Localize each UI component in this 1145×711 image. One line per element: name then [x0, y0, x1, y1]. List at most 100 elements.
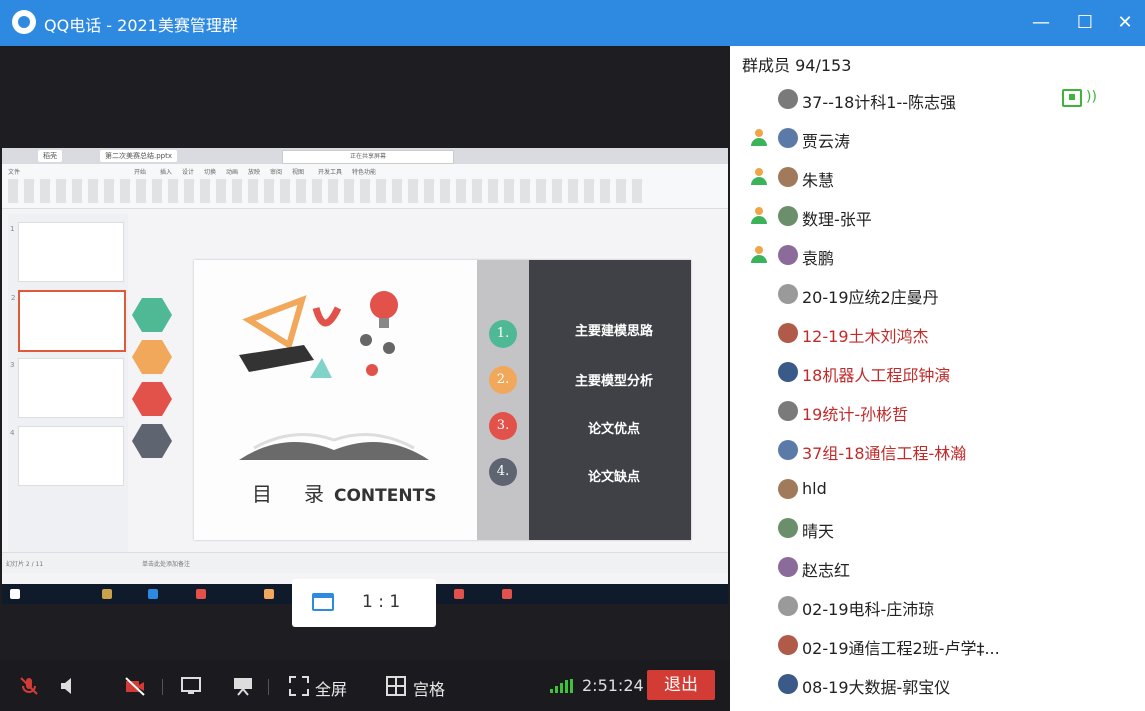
member-row[interactable]: 20-19应统2庄曼丹 [730, 275, 1145, 314]
minimize-button[interactable]: — [1028, 10, 1054, 36]
fullscreen-label[interactable]: 全屏 [315, 676, 347, 700]
member-row[interactable]: 朱慧 [730, 158, 1145, 197]
avatar [778, 206, 798, 226]
wps-status-bar: 幻灯片 2 / 11 单击此处添加备注 [2, 552, 728, 573]
explorer-icon [102, 589, 112, 599]
member-row[interactable]: hld [730, 470, 1145, 509]
window-ratio-icon [312, 593, 334, 611]
member-name: 数理-张平 [802, 210, 872, 229]
member-row[interactable]: 08-19大数据-郭宝仪 [730, 665, 1145, 704]
grid-icon[interactable] [385, 675, 407, 697]
ratio-label: 1 : 1 [362, 592, 401, 612]
member-row[interactable]: 晴天 [730, 509, 1145, 548]
app-icon [264, 589, 274, 599]
member-name: 18机器人工程邱钟演 [802, 366, 951, 385]
menu-item: 放映 [248, 169, 261, 176]
number-circle-4: 4. [489, 458, 517, 486]
contents-item-4: 论文缺点 [587, 470, 640, 485]
avatar [778, 362, 798, 382]
member-row[interactable]: 02-19通信工程2班-卢学‡... [730, 626, 1145, 665]
exit-button[interactable]: 退出 [647, 670, 715, 700]
member-row[interactable]: 数理-张平 [730, 197, 1145, 236]
menu-item: 插入 [160, 169, 173, 176]
avatar [778, 674, 798, 694]
contents-label: CONTENTS [334, 486, 437, 506]
menu-item: 动画 [226, 169, 239, 176]
speaker-icon[interactable] [58, 675, 80, 697]
menu-item: 审阅 [270, 169, 283, 176]
fullscreen-icon[interactable] [288, 675, 310, 697]
avatar [778, 323, 798, 343]
member-row[interactable]: 02-19电科-庄沛琼 [730, 587, 1145, 626]
shared-screen[interactable]: 稻壳 第二次美赛总结.pptx 正在共享屏幕 文件 开始 插入 设计 切换 动画… [2, 148, 728, 604]
member-row[interactable]: 贾云涛 [730, 119, 1145, 158]
member-name: 37组-18通信工程-林瀚 [802, 444, 967, 463]
member-count-header: 群成员 94/153 [742, 56, 852, 75]
call-controls: 全屏 宫格 2:51:24 退出 [0, 660, 730, 711]
signal-strength-icon [550, 679, 576, 693]
camera-off-icon[interactable] [124, 675, 146, 697]
member-name: 晴天 [802, 522, 835, 541]
number-circle-1: 1. [489, 320, 517, 348]
window-title: QQ电话 - 2021美赛管理群 [44, 16, 238, 35]
member-row[interactable]: 12-19土木刘鸿杰 [730, 314, 1145, 353]
member-name: 12-19土木刘鸿杰 [802, 327, 929, 346]
member-row[interactable]: 赵志红 [730, 548, 1145, 587]
contents-item-2: 主要模型分析 [574, 374, 653, 389]
title-bar: QQ电话 - 2021美赛管理群 — ☐ ✕ [0, 0, 1145, 46]
screen-share-icon[interactable] [180, 675, 202, 697]
slide-count: 幻灯片 2 / 11 [6, 561, 44, 568]
host-person-icon [750, 129, 768, 147]
mulu-char-2: 录 [304, 482, 324, 506]
contents-item-1: 主要建模思路 [574, 324, 653, 339]
member-row[interactable]: 19统计-孙彬哲 [730, 392, 1145, 431]
member-name: 02-19电科-庄沛琼 [802, 600, 935, 619]
member-name: 20-19应统2庄曼丹 [802, 288, 939, 307]
wps-icon [454, 589, 464, 599]
mic-muted-icon[interactable] [18, 675, 40, 697]
number-circle-3: 3. [489, 412, 517, 440]
call-timer: 2:51:24 [582, 676, 644, 695]
presentation-icon[interactable] [232, 675, 254, 697]
member-row[interactable]: 袁鹏 [730, 236, 1145, 275]
slide-thumbnail[interactable]: 3 [10, 358, 124, 418]
avatar [778, 401, 798, 421]
avatar [778, 518, 798, 538]
member-name: 赵志红 [802, 561, 851, 580]
avatar [778, 89, 798, 109]
slide-thumbnail-selected[interactable]: 2 [11, 290, 126, 352]
member-name: 08-19大数据-郭宝仪 [802, 678, 951, 697]
slide-canvas: 目 录 CONTENTS 1. 2. 3. 4. 主要建模思路 主要模型分析 论… [194, 260, 691, 540]
menu-item: 特色功能 [352, 169, 377, 176]
wps-tab: 第二次美赛总结.pptx [100, 150, 177, 162]
separator [162, 679, 163, 695]
number-circle-2: 2. [489, 366, 517, 394]
close-button[interactable]: ✕ [1112, 10, 1138, 36]
slide-thumbnail[interactable]: 1 [10, 222, 124, 282]
member-name: 袁鹏 [802, 249, 835, 268]
ratio-button[interactable]: 1 : 1 [292, 579, 436, 627]
start-icon [10, 589, 20, 599]
speaking-icon: )) [1086, 89, 1097, 105]
member-name: 02-19通信工程2班-卢学‡... [802, 639, 1000, 658]
menu-item: 设计 [182, 169, 195, 176]
member-row[interactable]: 18机器人工程邱钟演 [730, 353, 1145, 392]
grid-label[interactable]: 宫格 [413, 676, 445, 700]
avatar [778, 440, 798, 460]
menu-item: 文件 [8, 169, 21, 176]
member-row[interactable]: 37组-18通信工程-林瀚 [730, 431, 1145, 470]
host-person-icon [750, 207, 768, 225]
slide-thumbnail[interactable]: 4 [10, 426, 124, 486]
menu-item: 视图 [292, 169, 305, 176]
member-name: 19统计-孙彬哲 [802, 405, 909, 424]
avatar [778, 128, 798, 148]
maximize-button[interactable]: ☐ [1072, 10, 1098, 36]
slide-mid-band: 1. 2. 3. 4. [477, 260, 529, 540]
menu-item: 开始 [134, 169, 147, 176]
slide-contents-panel: 主要建模思路 主要模型分析 论文优点 论文缺点 [529, 260, 691, 540]
member-name: 贾云涛 [802, 132, 851, 151]
menu-item: 开发工具 [318, 169, 343, 176]
science-illustration [239, 291, 429, 460]
member-row[interactable]: 37--18计科1--陈志强)) [730, 80, 1145, 119]
mulu-char-1: 目 [252, 482, 272, 506]
